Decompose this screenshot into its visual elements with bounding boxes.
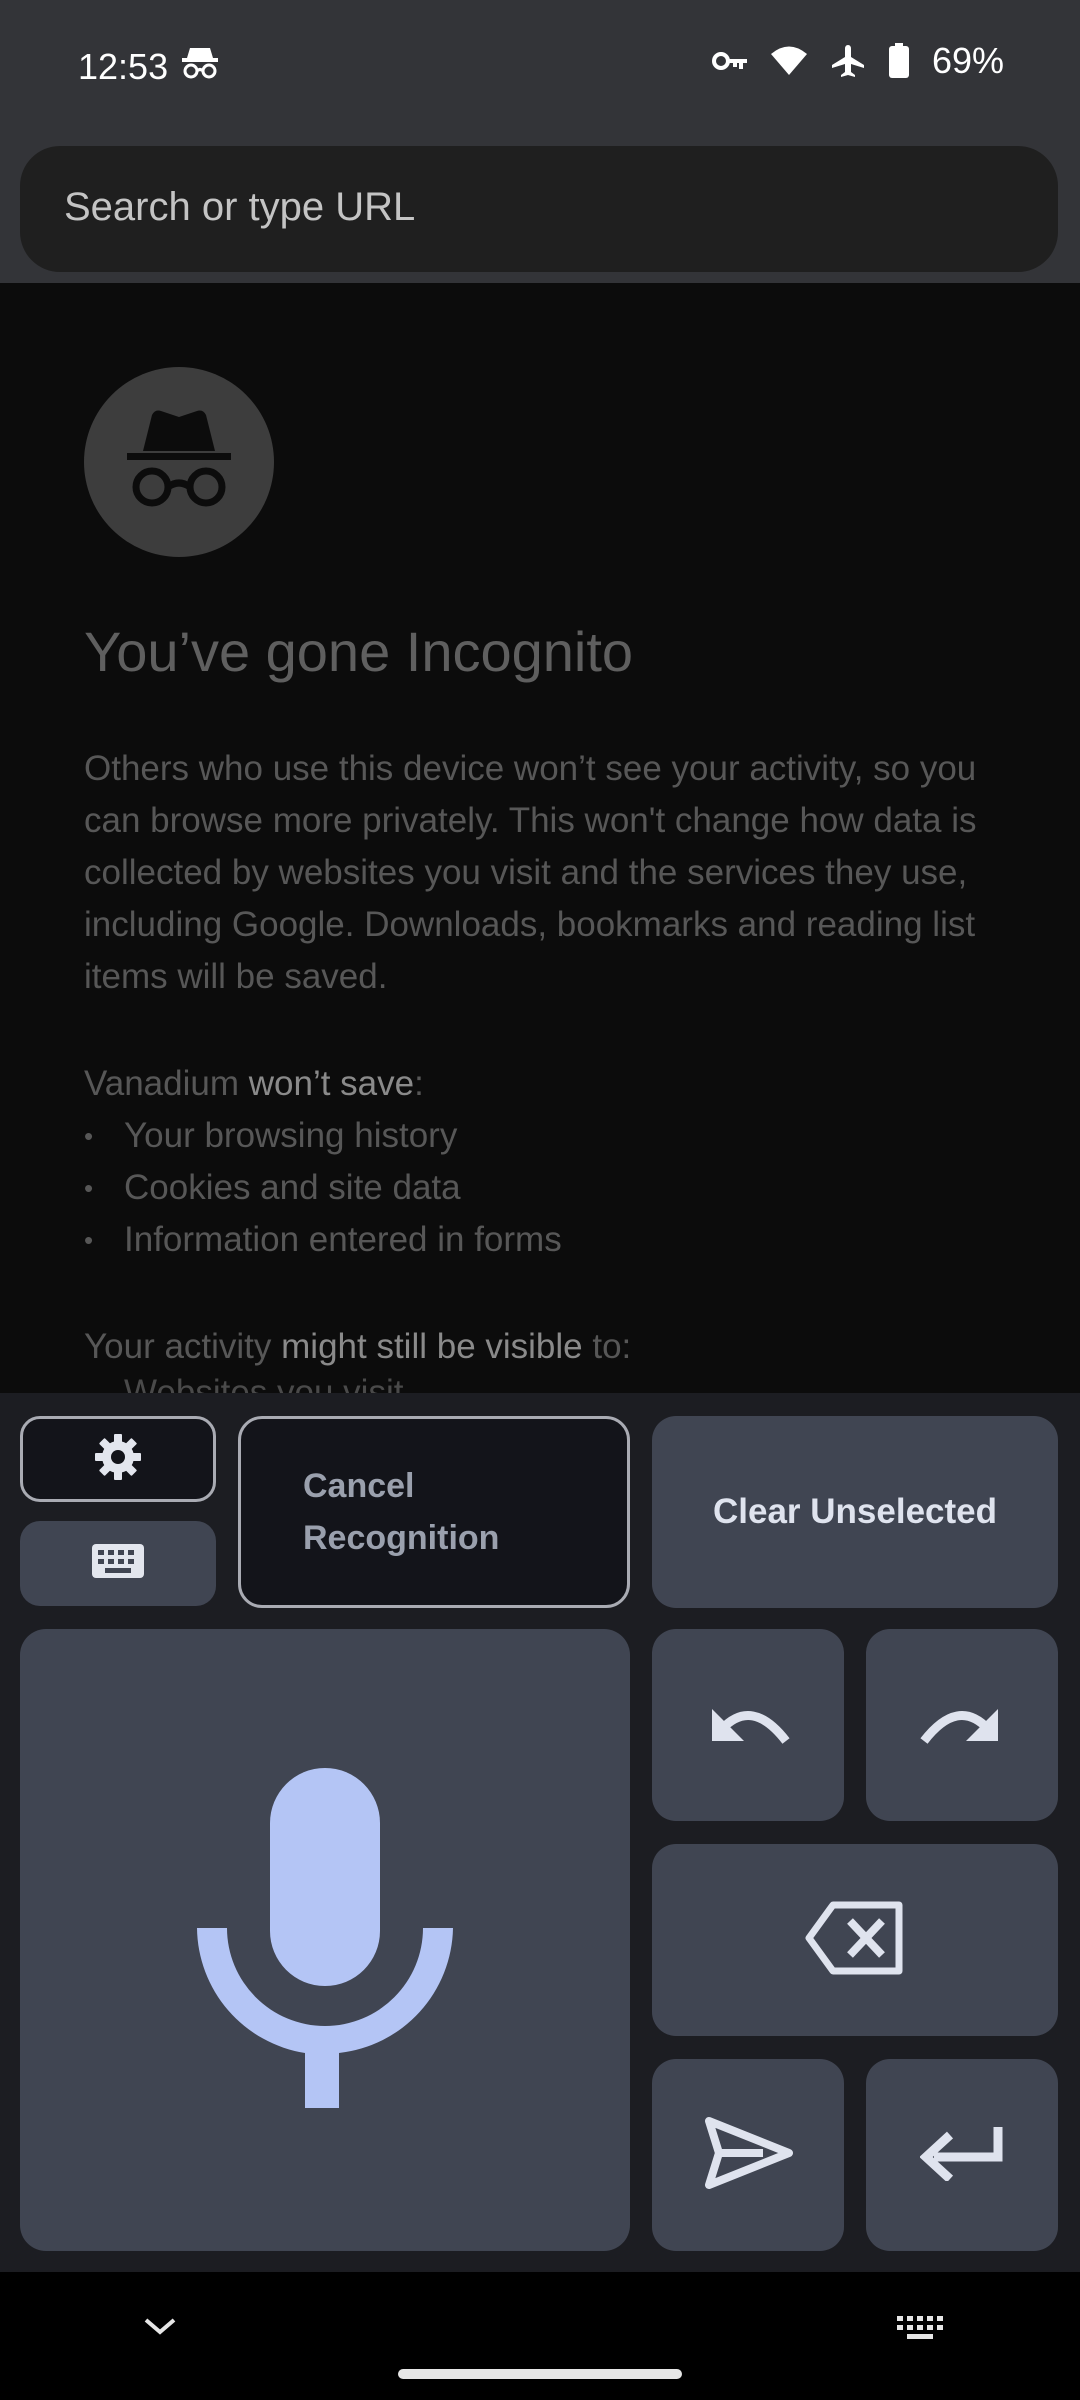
mic-button[interactable] xyxy=(20,1629,630,2251)
cancel-label-line2: Recognition xyxy=(303,1519,500,1557)
omnibox-placeholder: Search or type URL xyxy=(64,185,416,229)
gear-icon xyxy=(92,1431,144,1488)
list-item: Information entered in forms xyxy=(84,1214,562,1266)
switch-keyboard-button[interactable] xyxy=(20,1521,216,1606)
visible-prefix: Your activity xyxy=(84,1327,282,1366)
wont-save-prefix: Vanadium xyxy=(84,1064,249,1103)
omnibox[interactable]: Search or type URL xyxy=(20,146,1058,272)
toolbar: Search or type URL xyxy=(0,140,1080,283)
microphone-icon xyxy=(197,1767,453,2113)
visible-bold: might still be visible xyxy=(281,1327,583,1366)
cancel-label-line1: Cancel xyxy=(303,1467,415,1505)
backspace-button[interactable] xyxy=(652,1844,1058,2036)
settings-button[interactable] xyxy=(20,1416,216,1502)
incognito-logo-icon xyxy=(84,367,274,557)
redo-button[interactable] xyxy=(866,1629,1058,1821)
redo-icon xyxy=(920,1701,1004,1750)
incognito-icon xyxy=(180,44,220,89)
voice-keyboard: Cancel Recognition Clear Unselected xyxy=(0,1393,1080,2272)
clear-unselected-button[interactable]: Clear Unselected xyxy=(652,1416,1058,1608)
wont-save-bold: won’t save xyxy=(248,1064,415,1103)
vpn-key-icon xyxy=(711,49,748,73)
hide-keyboard-chevron-down-icon[interactable] xyxy=(140,2314,180,2343)
enter-icon xyxy=(919,2125,1004,2186)
battery-icon xyxy=(888,43,910,79)
airplane-mode-icon xyxy=(830,43,866,79)
backspace-icon xyxy=(805,1901,905,1980)
visible-suffix: to: xyxy=(582,1327,632,1366)
status-time-group: 12:53 xyxy=(78,44,220,89)
cancel-recognition-button[interactable]: Cancel Recognition xyxy=(238,1416,630,1608)
wont-save-list: Your browsing history Cookies and site d… xyxy=(84,1110,562,1266)
clear-unselected-label: Clear Unselected xyxy=(712,1492,998,1531)
status-bar: 12:53 69% xyxy=(0,0,1080,140)
wont-save-heading: Vanadium won’t save: xyxy=(84,1058,424,1110)
undo-button[interactable] xyxy=(652,1629,844,1821)
battery-percent: 69% xyxy=(931,40,1004,81)
incognito-title: You’ve gone Incognito xyxy=(84,620,634,683)
wont-save-suffix: : xyxy=(414,1064,424,1103)
enter-button[interactable] xyxy=(866,2059,1058,2251)
incognito-page: You’ve gone Incognito Others who use thi… xyxy=(0,283,1080,1393)
send-icon xyxy=(703,2115,793,2196)
might-be-visible-heading: Your activity might still be visible to: xyxy=(84,1321,631,1373)
cancel-recognition-label: Cancel Recognition xyxy=(303,1460,499,1564)
status-icons: 69% xyxy=(711,40,1004,82)
navigation-bar xyxy=(0,2272,1080,2400)
list-item: Cookies and site data xyxy=(84,1162,562,1214)
gesture-handle[interactable] xyxy=(398,2369,682,2379)
keyboard-icon xyxy=(91,1543,145,1584)
undo-icon xyxy=(706,1701,790,1750)
keyboard-switcher-icon[interactable] xyxy=(895,2314,945,2347)
list-item: Your browsing history xyxy=(84,1110,562,1162)
send-button[interactable] xyxy=(652,2059,844,2251)
wifi-icon xyxy=(770,45,808,77)
incognito-description: Others who use this device won’t see you… xyxy=(84,749,977,996)
clock: 12:53 xyxy=(78,45,169,87)
list-item-peek: Websites you visit xyxy=(124,1373,404,1393)
